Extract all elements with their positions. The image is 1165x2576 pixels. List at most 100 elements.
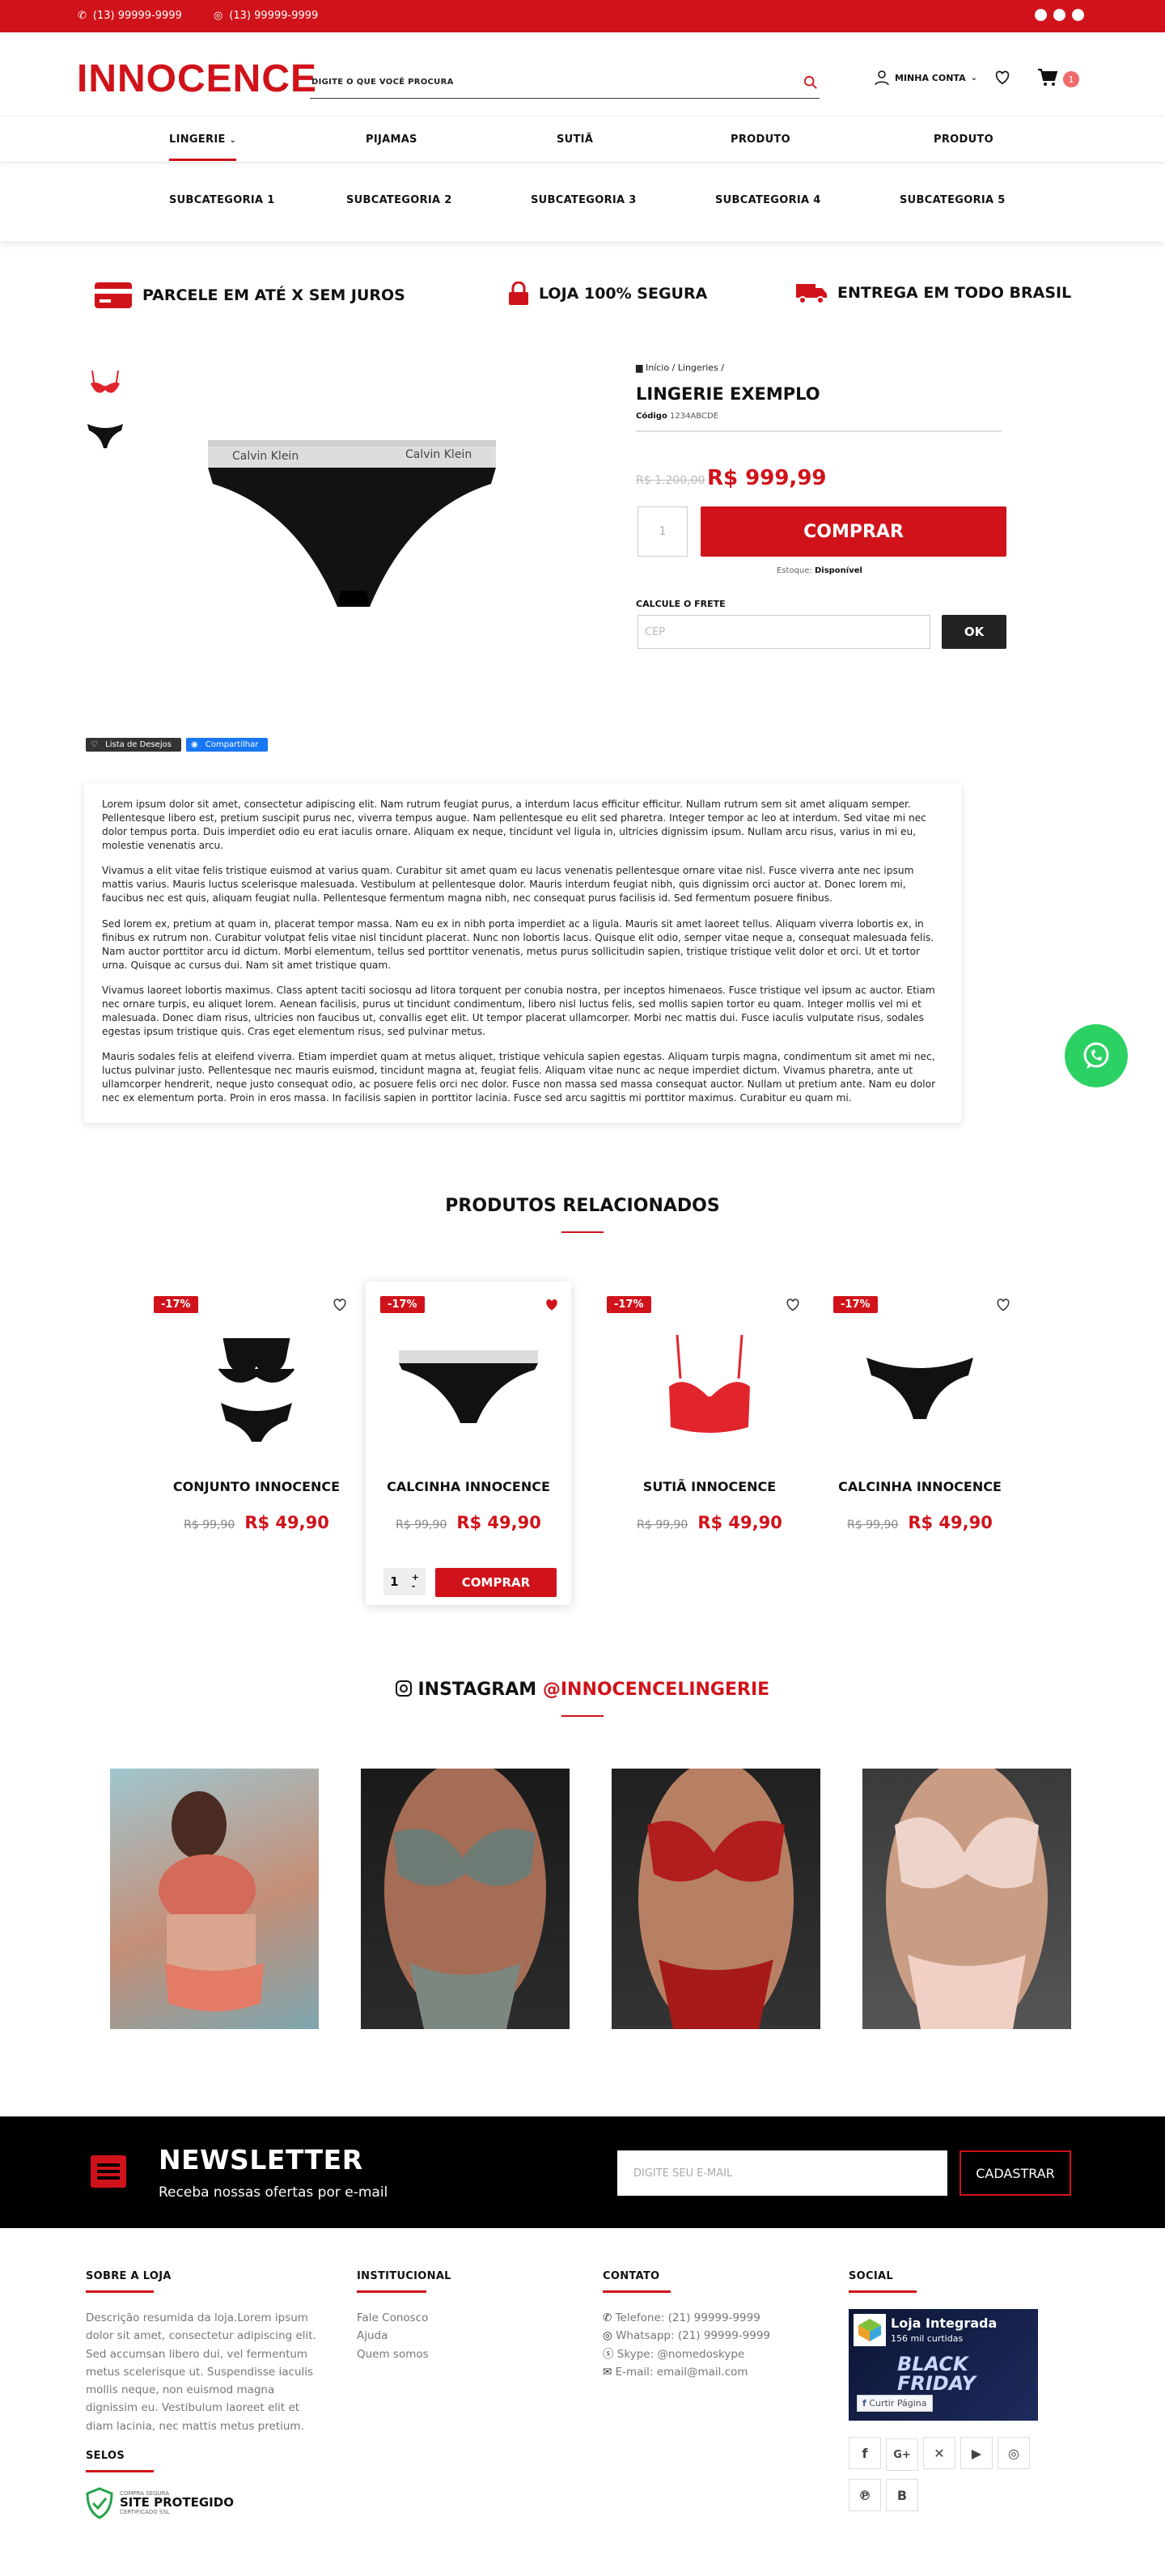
instagram-icon[interactable]: ◎ <box>998 2437 1030 2469</box>
facebook-icon[interactable]: f <box>849 2437 881 2469</box>
buy-button[interactable]: COMPRAR <box>701 506 1006 557</box>
phone-contact[interactable]: ✆ (13) 99999-9999 <box>78 10 182 22</box>
footer-heading: INSTITUCIONAL <box>357 2270 451 2282</box>
product-image[interactable] <box>607 1322 812 1451</box>
quantity-stepper[interactable]: 1 + - <box>383 1568 426 1595</box>
newsletter-email-input[interactable]: DIGITE SEU E-MAIL <box>617 2150 947 2196</box>
footer-link-ajuda[interactable]: Ajuda <box>357 2327 451 2345</box>
footer-institutional: INSTITUCIONAL Fale Conosco Ajuda Quem so… <box>357 2270 451 2363</box>
search-input[interactable]: DIGITE O QUE VOCÊ PROCURA <box>311 78 454 87</box>
submenu-item-4[interactable]: SUBCATEGORIA 4 <box>715 194 821 206</box>
heart-icon[interactable] <box>995 1296 1011 1312</box>
menu-item-lingerie[interactable]: LINGERIE ⌄ <box>169 133 237 161</box>
product-card[interactable]: -17% CONJUNTO INNOCENCE R$ 99,90 R$ 49,90 <box>154 1282 359 1605</box>
pinterest-icon[interactable]: ℗ <box>849 2479 881 2511</box>
related-title: PRODUTOS RELACIONADOS <box>445 1196 720 1216</box>
benefit-label: ENTREGA EM TODO BRASIL <box>837 284 1072 302</box>
wishlist-button[interactable]: ♡ Lista de Desejos <box>86 738 181 752</box>
thumbnail-panty[interactable] <box>86 416 125 455</box>
whatsapp-number: (13) 99999-9999 <box>229 10 319 22</box>
breadcrumb[interactable]: ▆ Início / Lingeries / <box>636 362 1008 373</box>
product-card[interactable]: -17% CALCINHA INNOCENCE R$ 99,90 R$ 49,90… <box>366 1282 571 1605</box>
search-icon[interactable] <box>803 75 818 90</box>
product-brand-left: Calvin Klein <box>232 450 299 463</box>
whatsapp-float-button[interactable] <box>1065 1024 1128 1087</box>
whatsapp-contact[interactable]: ◎ (13) 99999-9999 <box>214 10 318 22</box>
instagram-icon <box>395 1680 412 1697</box>
youtube-icon[interactable]: ▶ <box>960 2437 993 2469</box>
cep-input[interactable]: CEP <box>638 615 930 649</box>
card-buy-button[interactable]: COMPRAR <box>435 1568 557 1597</box>
facebook-icon[interactable] <box>1053 9 1065 21</box>
instagram-photo[interactable] <box>612 1769 820 2029</box>
share-button[interactable]: ◉ Compartilhar <box>185 738 269 752</box>
product-main-image[interactable]: Calvin Klein Calvin Klein <box>200 413 499 626</box>
instagram-photo[interactable] <box>110 1769 319 2029</box>
footer-phone[interactable]: ✆ Telefone: (21) 99999-9999 <box>603 2309 770 2327</box>
instagram-title: INSTAGRAM @INNOCENCELINGERIE <box>0 1680 1165 1700</box>
menu-item-produto-1[interactable]: PRODUTO <box>731 133 790 146</box>
product-card[interactable]: -17% SUTIÃ INNOCENCE R$ 99,90 R$ 49,90 <box>607 1282 812 1605</box>
thumbnail-bra[interactable] <box>86 366 125 405</box>
footer-email[interactable]: ✉ E-mail: email@mail.com <box>603 2363 770 2381</box>
truck-icon <box>796 284 827 304</box>
menu-item-produto-2[interactable]: PRODUTO <box>934 133 993 146</box>
facebook-page-widget[interactable]: Loja Integrada 156 mil curtidas BLACK FR… <box>849 2309 1038 2421</box>
footer-skype[interactable]: ⓢ Skype: @nomedoskype <box>603 2345 770 2363</box>
old-price: R$ 1.200,00 <box>636 474 705 487</box>
youtube-icon[interactable] <box>1035 9 1047 21</box>
menu-item-sutia[interactable]: SUTIÃ <box>557 133 593 146</box>
footer-link-fale-conosco[interactable]: Fale Conosco <box>357 2309 451 2327</box>
current-price: R$ 999,99 <box>707 466 827 490</box>
description-paragraph: Mauris sodales felis at eleifend viverra… <box>102 1051 936 1104</box>
phone-number: (13) 99999-9999 <box>92 10 182 22</box>
instagram-handle[interactable]: @INNOCENCELINGERIE <box>543 1680 769 1700</box>
newsletter-title: NEWSLETTER <box>159 2144 363 2176</box>
account-menu[interactable]: MINHA CONTA ⌄ <box>874 70 977 86</box>
submenu-item-2[interactable]: SUBCATEGORIA 2 <box>346 194 452 206</box>
product-name[interactable]: CONJUNTO INNOCENCE <box>154 1479 359 1494</box>
heading-underline <box>603 2290 671 2293</box>
heart-icon[interactable] <box>785 1296 801 1312</box>
instagram-icon[interactable] <box>1072 9 1084 21</box>
product-name[interactable]: CALCINHA INNOCENCE <box>817 1479 1023 1494</box>
discount-badge: -17% <box>833 1296 878 1313</box>
footer-link-quem-somos[interactable]: Quem somos <box>357 2345 451 2363</box>
cart-icon[interactable] <box>1037 68 1058 87</box>
social-buttons: f G+ ✕ ▶ ◎ ℗ B <box>849 2437 1059 2519</box>
description-paragraph: Lorem ipsum dolor sit amet, consectetur … <box>102 799 926 852</box>
product-name[interactable]: SUTIÃ INNOCENCE <box>607 1479 812 1494</box>
account-label: MINHA CONTA <box>895 72 966 83</box>
submenu-item-5[interactable]: SUBCATEGORIA 5 <box>900 194 1006 206</box>
instagram-photo[interactable] <box>361 1769 570 2029</box>
instagram-photo[interactable] <box>862 1769 1071 2029</box>
product-name[interactable]: CALCINHA INNOCENCE <box>366 1479 571 1494</box>
menu-item-pijamas[interactable]: PIJAMAS <box>366 133 417 146</box>
product-image[interactable] <box>366 1322 571 1451</box>
submenu-item-3[interactable]: SUBCATEGORIA 3 <box>531 194 637 206</box>
quantity-input[interactable]: 1 <box>638 506 688 557</box>
twitter-icon[interactable]: ✕ <box>923 2437 955 2469</box>
footer-whatsapp[interactable]: ◎ Whatsapp: (21) 99999-9999 <box>603 2327 770 2345</box>
shipping-ok-button[interactable]: OK <box>942 615 1006 649</box>
search-bar[interactable]: DIGITE O QUE VOCÊ PROCURA <box>310 66 820 99</box>
product-actions: ♡ Lista de Desejos ◉ Compartilhar <box>86 738 269 752</box>
footer-about: SOBRE A LOJA Descrição resumida da loja.… <box>86 2270 320 2519</box>
wishlist-heart-icon[interactable] <box>993 68 1011 86</box>
heart-filled-icon[interactable] <box>544 1296 560 1312</box>
store-logo[interactable]: INNOCENCE <box>77 60 317 99</box>
product-card[interactable]: -17% CALCINHA INNOCENCE R$ 99,90 R$ 49,90 <box>817 1282 1023 1605</box>
envelope-icon: ✉ <box>603 2365 612 2379</box>
fb-like-page-button[interactable]: f Curtir Página <box>857 2395 933 2412</box>
newsletter-submit-button[interactable]: CADASTRAR <box>960 2150 1071 2196</box>
product-image[interactable] <box>154 1322 359 1451</box>
ssl-seal[interactable]: COMPRA SEGURA SITE PROTEGIDO CERTIFICADO… <box>86 2487 320 2519</box>
product-image[interactable] <box>817 1322 1023 1451</box>
blog-icon[interactable]: B <box>886 2479 918 2511</box>
title-underline <box>561 1715 604 1717</box>
submenu-item-1[interactable]: SUBCATEGORIA 1 <box>169 194 275 206</box>
product-price: R$ 99,90 R$ 49,90 <box>847 1513 993 1532</box>
product-description: Lorem ipsum dolor sit amet, consectetur … <box>84 783 961 1123</box>
heart-icon[interactable] <box>332 1296 348 1312</box>
google-plus-icon[interactable]: G+ <box>886 2438 918 2471</box>
